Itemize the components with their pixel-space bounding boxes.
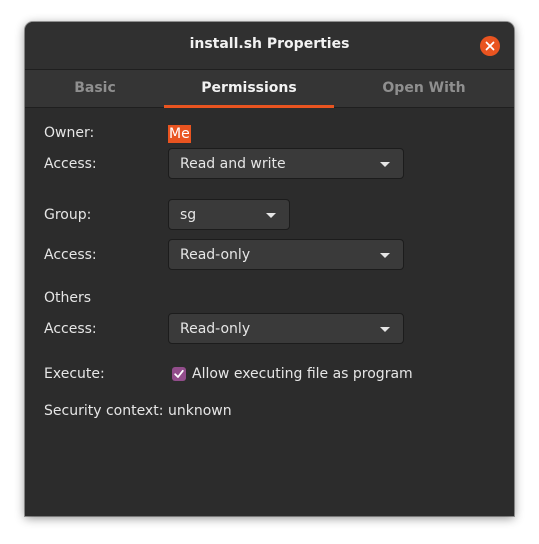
check-icon [174, 369, 184, 378]
chevron-down-icon [380, 162, 390, 167]
chevron-down-icon [266, 213, 276, 218]
group-access-dropdown[interactable]: Read-only [168, 239, 404, 270]
chevron-down-icon [380, 327, 390, 332]
owner-access-dropdown[interactable]: Read and write [168, 148, 404, 179]
title-bar: install.sh Properties [25, 22, 514, 70]
others-label: Others [44, 290, 92, 306]
others-access-value: Read-only [180, 321, 251, 337]
owner-access-value: Read and write [180, 156, 286, 172]
close-icon [485, 41, 495, 51]
group-label: Group: [44, 207, 92, 223]
owner-access-label: Access: [44, 156, 97, 172]
execute-checkbox-label[interactable]: Allow executing file as program [192, 366, 413, 382]
tab-open-with[interactable]: Open With [334, 70, 514, 107]
group-value: sg [180, 207, 197, 223]
others-access-label: Access: [44, 321, 97, 337]
others-access-dropdown[interactable]: Read-only [168, 313, 404, 344]
group-dropdown[interactable]: sg [168, 199, 290, 230]
tab-bar: Basic Permissions Open With [25, 70, 514, 108]
owner-value: Me [168, 125, 191, 143]
group-access-value: Read-only [180, 247, 251, 263]
security-context-value: unknown [168, 403, 232, 419]
properties-window: install.sh Properties Basic Permissions … [25, 22, 514, 516]
tab-permissions[interactable]: Permissions [164, 70, 334, 108]
close-button[interactable] [480, 36, 500, 56]
chevron-down-icon [380, 253, 390, 258]
window-title: install.sh Properties [189, 36, 350, 52]
group-access-label: Access: [44, 247, 97, 263]
security-context-label: Security context: [44, 403, 164, 419]
owner-label: Owner: [44, 125, 95, 141]
execute-checkbox[interactable] [172, 367, 186, 381]
tab-basic[interactable]: Basic [25, 70, 165, 107]
execute-label: Execute: [44, 366, 105, 382]
